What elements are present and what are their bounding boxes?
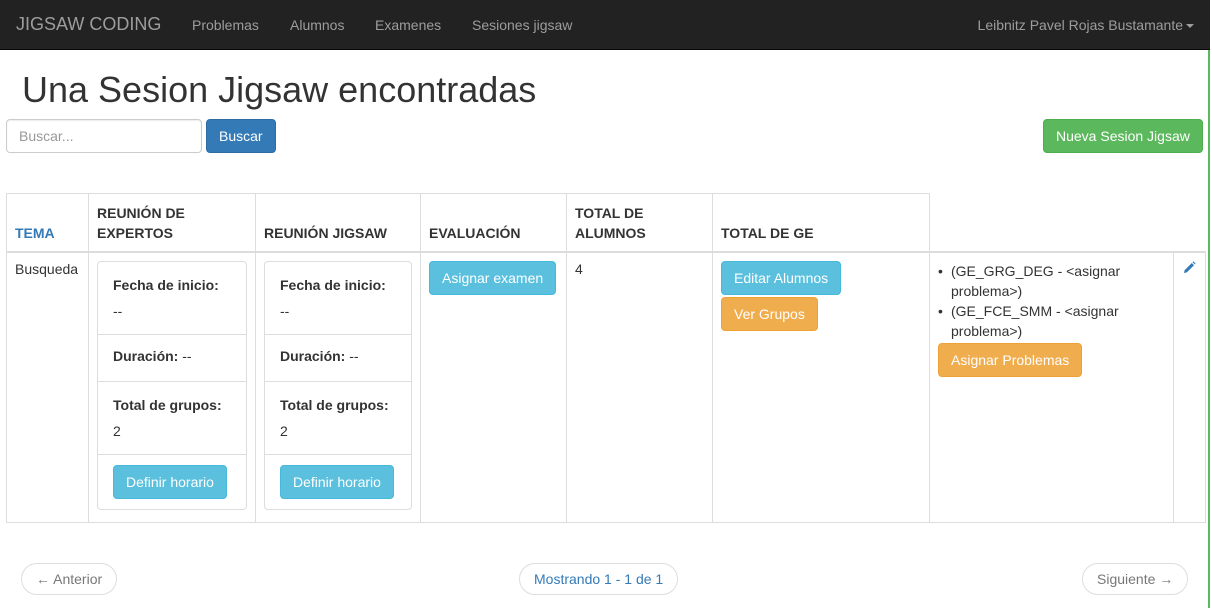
pager-info[interactable]: Mostrando 1 - 1 de 1 [519,563,679,595]
jigsaw-duracion: Duración: -- [265,335,411,382]
cell-reunion-jigsaw: Fecha de inicio: -- Duración: -- Total d… [255,251,421,523]
user-menu[interactable]: Leibnitz Pavel Rojas Bustamante [978,17,1194,33]
jigsaw-grupos-label: Total de grupos: [280,396,389,413]
header-total-alumnos-label: TOTAL DE ALUMNOS [575,204,646,241]
expertos-panel: Fecha de inicio: -- Duración: -- Total d… [97,260,247,510]
jigsaw-definir-horario-button[interactable]: Definir horario [280,464,394,499]
nav-examenes[interactable]: Examenes [375,17,441,33]
sessions-table: TEMA REUNIÓN DE EXPERTOS REUNIÓN JIGSAW … [6,193,1206,523]
header-total-alumnos: TOTAL DE ALUMNOS [566,193,713,253]
navbar: JIGSAW CODING Problemas Alumnos Examenes… [0,0,1210,50]
page-title: Una Sesion Jigsaw encontradas [22,69,537,110]
cell-reunion-expertos: Fecha de inicio: -- Duración: -- Total d… [88,251,256,523]
header-tema[interactable]: TEMA [6,193,89,253]
pager-next-button[interactable]: Siguiente → [1082,563,1189,595]
cell-tema: Busqueda [6,251,89,523]
header-empty-actions [1173,193,1206,253]
cell-total-alumnos: 4 [566,251,713,523]
ver-grupos-button[interactable]: Ver Grupos [721,296,818,331]
asignar-problemas-button[interactable]: Asignar Problemas [938,342,1083,377]
jigsaw-fecha: Fecha de inicio: -- [265,262,411,335]
jigsaw-duracion-value: -- [349,347,359,364]
jigsaw-fecha-label: Fecha de inicio: [280,276,386,293]
expertos-duracion-label: Duración: [113,347,179,364]
search-input[interactable] [6,119,202,153]
pager-prev-button[interactable]: ← Anterior [21,563,118,595]
list-item: (GE_FCE_SMM - <asignar problema>) [938,301,1165,341]
cell-total-ge: Editar Alumnos Ver Grupos [712,251,930,523]
header-reunion-expertos: REUNIÓN DE EXPERTOS [88,193,256,253]
pencil-icon[interactable] [1182,260,1196,278]
header-evaluacion: EVALUACIÓN [420,193,567,253]
nav-problemas[interactable]: Problemas [192,17,259,33]
header-empty [929,193,1174,253]
cell-ge-list: (GE_GRG_DEG - <asignar problema>) (GE_FC… [929,251,1174,523]
nav-alumnos[interactable]: Alumnos [290,17,344,33]
caret-down-icon [1186,24,1194,29]
expertos-actions: Definir horario [98,455,246,509]
expertos-fecha: Fecha de inicio: -- [98,262,246,335]
expertos-fecha-label: Fecha de inicio: [113,276,219,293]
expertos-fecha-value: -- [113,302,123,319]
table-row: Busqueda Fecha de inicio: -- Duración: -… [6,251,1206,523]
header-reunion-jigsaw: REUNIÓN JIGSAW [255,193,421,253]
table-header-row: TEMA REUNIÓN DE EXPERTOS REUNIÓN JIGSAW … [6,193,1206,253]
header-total-ge: TOTAL DE GE [712,193,930,253]
asignar-examen-button[interactable]: Asignar examen [429,260,557,295]
expertos-grupos-value: 2 [113,422,121,439]
jigsaw-actions: Definir horario [265,455,411,509]
search-button[interactable]: Buscar [206,119,276,153]
user-name: Leibnitz Pavel Rojas Bustamante [977,17,1183,33]
jigsaw-grupos-value: 2 [280,422,288,439]
brand[interactable]: JIGSAW CODING [16,14,161,35]
expertos-definir-horario-button[interactable]: Definir horario [113,464,227,499]
cell-evaluacion: Asignar examen [420,251,567,523]
header-reunion-expertos-label: REUNIÓN DE EXPERTOS [97,204,185,241]
list-item: (GE_GRG_DEG - <asignar problema>) [938,261,1165,301]
jigsaw-grupos: Total de grupos: 2 [265,382,411,455]
editar-alumnos-button[interactable]: Editar Alumnos [721,260,842,295]
expertos-duracion-value: -- [182,347,192,364]
expertos-duracion: Duración: -- [98,335,246,382]
expertos-grupos: Total de grupos: 2 [98,382,246,455]
jigsaw-panel: Fecha de inicio: -- Duración: -- Total d… [264,260,412,510]
jigsaw-duracion-label: Duración: [280,347,346,364]
expertos-grupos-label: Total de grupos: [113,396,222,413]
nav-sesiones-jigsaw[interactable]: Sesiones jigsaw [472,17,572,33]
jigsaw-fecha-value: -- [280,302,290,319]
cell-actions [1173,251,1206,523]
page-edge [1208,50,1210,608]
ge-list: (GE_GRG_DEG - <asignar problema>) (GE_FC… [938,261,1165,341]
new-session-button[interactable]: Nueva Sesion Jigsaw [1043,119,1203,153]
